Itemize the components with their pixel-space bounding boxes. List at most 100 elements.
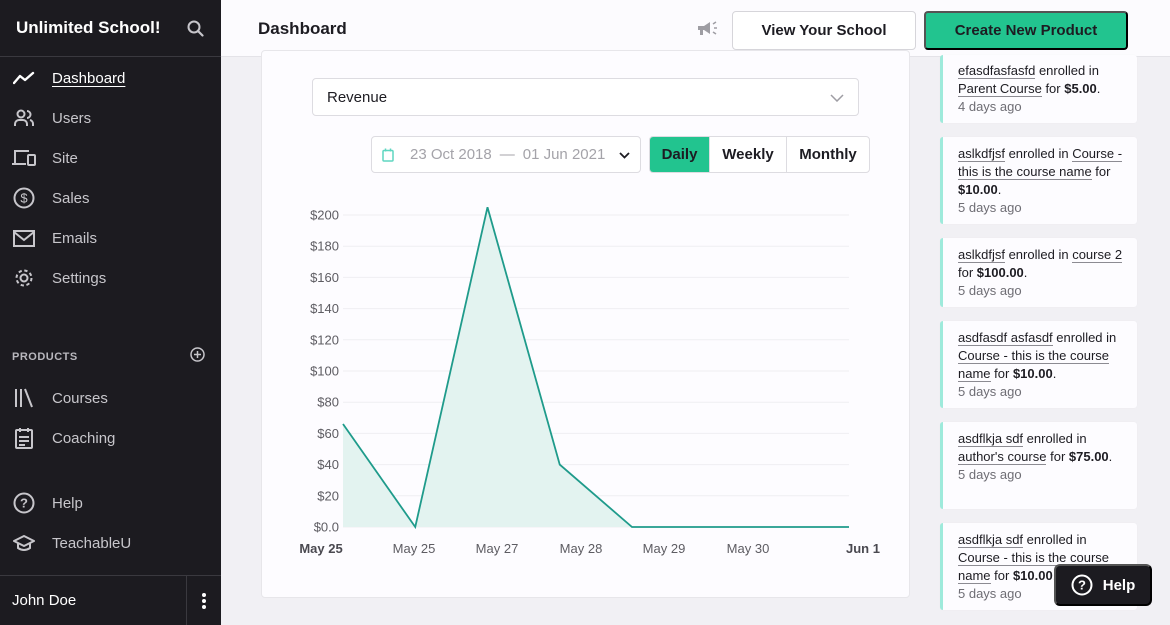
feed-amount: $75.00 xyxy=(1068,449,1109,464)
sidebar-item-dashboard[interactable]: Dashboard xyxy=(0,58,221,98)
date-from: 23 Oct 2018 xyxy=(410,146,492,163)
vertical-dots-icon[interactable] xyxy=(187,576,221,625)
feed-item: asdflkja sdf enrolled in author's course… xyxy=(940,422,1137,509)
sidebar-item-sales[interactable]: $ Sales xyxy=(0,178,221,218)
y-tick-label: $120 xyxy=(310,332,339,347)
feed-course-link[interactable]: Parent Course xyxy=(958,81,1042,97)
sidebar-item-label: Help xyxy=(52,494,83,512)
feed-for: for xyxy=(958,265,977,280)
y-tick-label: $0.0 xyxy=(314,520,339,535)
date-range-picker[interactable]: 23 Oct 2018 — 01 Jun 2021 xyxy=(371,136,641,173)
feed-amount: $10.00 xyxy=(958,182,998,197)
period-weekly-button[interactable]: Weekly xyxy=(710,137,787,172)
gear-icon xyxy=(12,266,36,290)
revenue-area xyxy=(343,207,849,527)
view-school-button[interactable]: View Your School xyxy=(732,11,916,50)
page-title: Dashboard xyxy=(258,19,347,38)
feed-item-text: aslkdfjsf enrolled in course 2 for $100.… xyxy=(958,247,1123,280)
products-nav: Courses Coaching xyxy=(0,377,221,458)
feed-item: aslkdfjsf enrolled in course 2 for $100.… xyxy=(940,238,1137,307)
top-bar: Dashboard View Your School Create New Pr… xyxy=(221,0,1170,57)
help-button[interactable]: ? Help xyxy=(1054,564,1152,606)
feed-course-link[interactable]: course 2 xyxy=(1072,247,1123,263)
support-nav: ? Help TeachableU xyxy=(0,482,221,563)
period-toggle: Daily Weekly Monthly xyxy=(649,136,870,173)
megaphone-icon[interactable] xyxy=(696,19,722,41)
feed-amount: $10.00 xyxy=(1012,568,1053,583)
feed-course-link[interactable]: author's course xyxy=(958,449,1047,465)
y-tick-label: $100 xyxy=(310,364,339,379)
school-name[interactable]: Unlimited School! xyxy=(16,18,161,38)
sidebar-item-settings[interactable]: Settings xyxy=(0,258,221,298)
feed-user-link[interactable]: asdflkja sdf xyxy=(958,431,1024,447)
feed-timestamp: 5 days ago xyxy=(958,384,1022,399)
sidebar-item-label: TeachableU xyxy=(52,534,132,552)
user-name[interactable]: John Doe xyxy=(0,576,187,625)
feed-item: efasdfasfasfd enrolled in Parent Course … xyxy=(940,55,1137,123)
period-monthly-button[interactable]: Monthly xyxy=(787,137,869,172)
sidebar-item-label: Sales xyxy=(52,189,90,207)
feed-item: aslkdfjsf enrolled in Course - this is t… xyxy=(940,137,1137,224)
svg-text:?: ? xyxy=(20,496,28,511)
feed-for: for xyxy=(990,568,1013,583)
sidebar-item-users[interactable]: Users xyxy=(0,98,221,138)
feed-user-link[interactable]: asdflkja sdf xyxy=(958,532,1024,548)
sidebar-item-label: Courses xyxy=(52,389,108,407)
feed-verb: enrolled in xyxy=(1004,146,1073,161)
user-footer: John Doe xyxy=(0,575,221,625)
feed-user-link[interactable]: asdfasdf asfasdf xyxy=(958,330,1053,346)
feed-user-link[interactable]: efasdfasfasfd xyxy=(958,63,1036,79)
metric-select[interactable]: Revenue xyxy=(312,78,859,116)
date-separator: — xyxy=(499,146,515,163)
sidebar-item-site[interactable]: Site xyxy=(0,138,221,178)
sidebar-item-courses[interactable]: Courses xyxy=(0,378,221,418)
sidebar: Unlimited School! Dashboard Users Site $… xyxy=(0,0,221,625)
chevron-down-icon xyxy=(830,89,844,106)
sidebar-item-label: Site xyxy=(52,149,78,167)
svg-text:$: $ xyxy=(20,191,28,206)
feed-timestamp: 4 days ago xyxy=(958,99,1022,114)
x-tick-label: May 25 xyxy=(393,541,436,556)
graduation-cap-icon xyxy=(12,531,36,555)
feed-user-link[interactable]: aslkdfjsf xyxy=(958,146,1005,162)
create-product-button[interactable]: Create New Product xyxy=(924,11,1128,50)
main-nav: Dashboard Users Site $ Sales Emails Sett… xyxy=(0,57,221,298)
help-button-label: Help xyxy=(1102,576,1136,594)
feed-amount: $100.00 xyxy=(976,265,1024,280)
y-tick-label: $140 xyxy=(310,301,339,316)
search-icon[interactable] xyxy=(185,18,205,38)
feed-verb: enrolled in xyxy=(1052,330,1117,345)
feed-amount: $10.00 xyxy=(1012,366,1053,381)
y-tick-label: $60 xyxy=(317,426,339,441)
chevron-down-icon xyxy=(619,146,630,163)
revenue-chart: $0.0 $20 $40 $60 $80 $100 $120 $140 $160 $180 $200… xyxy=(299,206,880,556)
metric-select-value: Revenue xyxy=(327,88,388,106)
feed-for: for xyxy=(990,366,1013,381)
products-section-header: PRODUCTS xyxy=(0,337,221,377)
dollar-circle-icon: $ xyxy=(12,186,36,210)
y-tick-label: $180 xyxy=(310,239,339,254)
x-tick-label: May 29 xyxy=(643,541,686,556)
feed-for: for xyxy=(1046,449,1069,464)
sidebar-item-teachableu[interactable]: TeachableU xyxy=(0,523,221,563)
feed-item: asdfasdf asfasdf enrolled in Course - th… xyxy=(940,321,1137,408)
plus-circle-icon[interactable] xyxy=(190,347,205,367)
revenue-line xyxy=(342,206,849,530)
period-daily-button[interactable]: Daily xyxy=(650,137,710,172)
y-tick-label: $160 xyxy=(310,270,339,285)
sidebar-item-label: Emails xyxy=(52,229,98,247)
sidebar-item-emails[interactable]: Emails xyxy=(0,218,221,258)
y-tick-label: $20 xyxy=(317,488,339,503)
sidebar-item-help[interactable]: ? Help xyxy=(0,483,221,523)
calendar-icon xyxy=(382,148,394,162)
sidebar-item-label: Settings xyxy=(52,269,107,287)
y-tick-label: $200 xyxy=(310,208,339,223)
feed-verb: enrolled in xyxy=(1035,63,1099,78)
sidebar-item-coaching[interactable]: Coaching xyxy=(0,418,221,458)
products-section-title: PRODUCTS xyxy=(12,351,78,363)
question-circle-icon: ? xyxy=(12,491,36,515)
x-tick-label: May 25 xyxy=(299,541,342,556)
feed-verb: enrolled in xyxy=(1023,431,1087,446)
feed-user-link[interactable]: aslkdfjsf xyxy=(958,247,1005,263)
y-tick-label: $80 xyxy=(317,395,339,410)
